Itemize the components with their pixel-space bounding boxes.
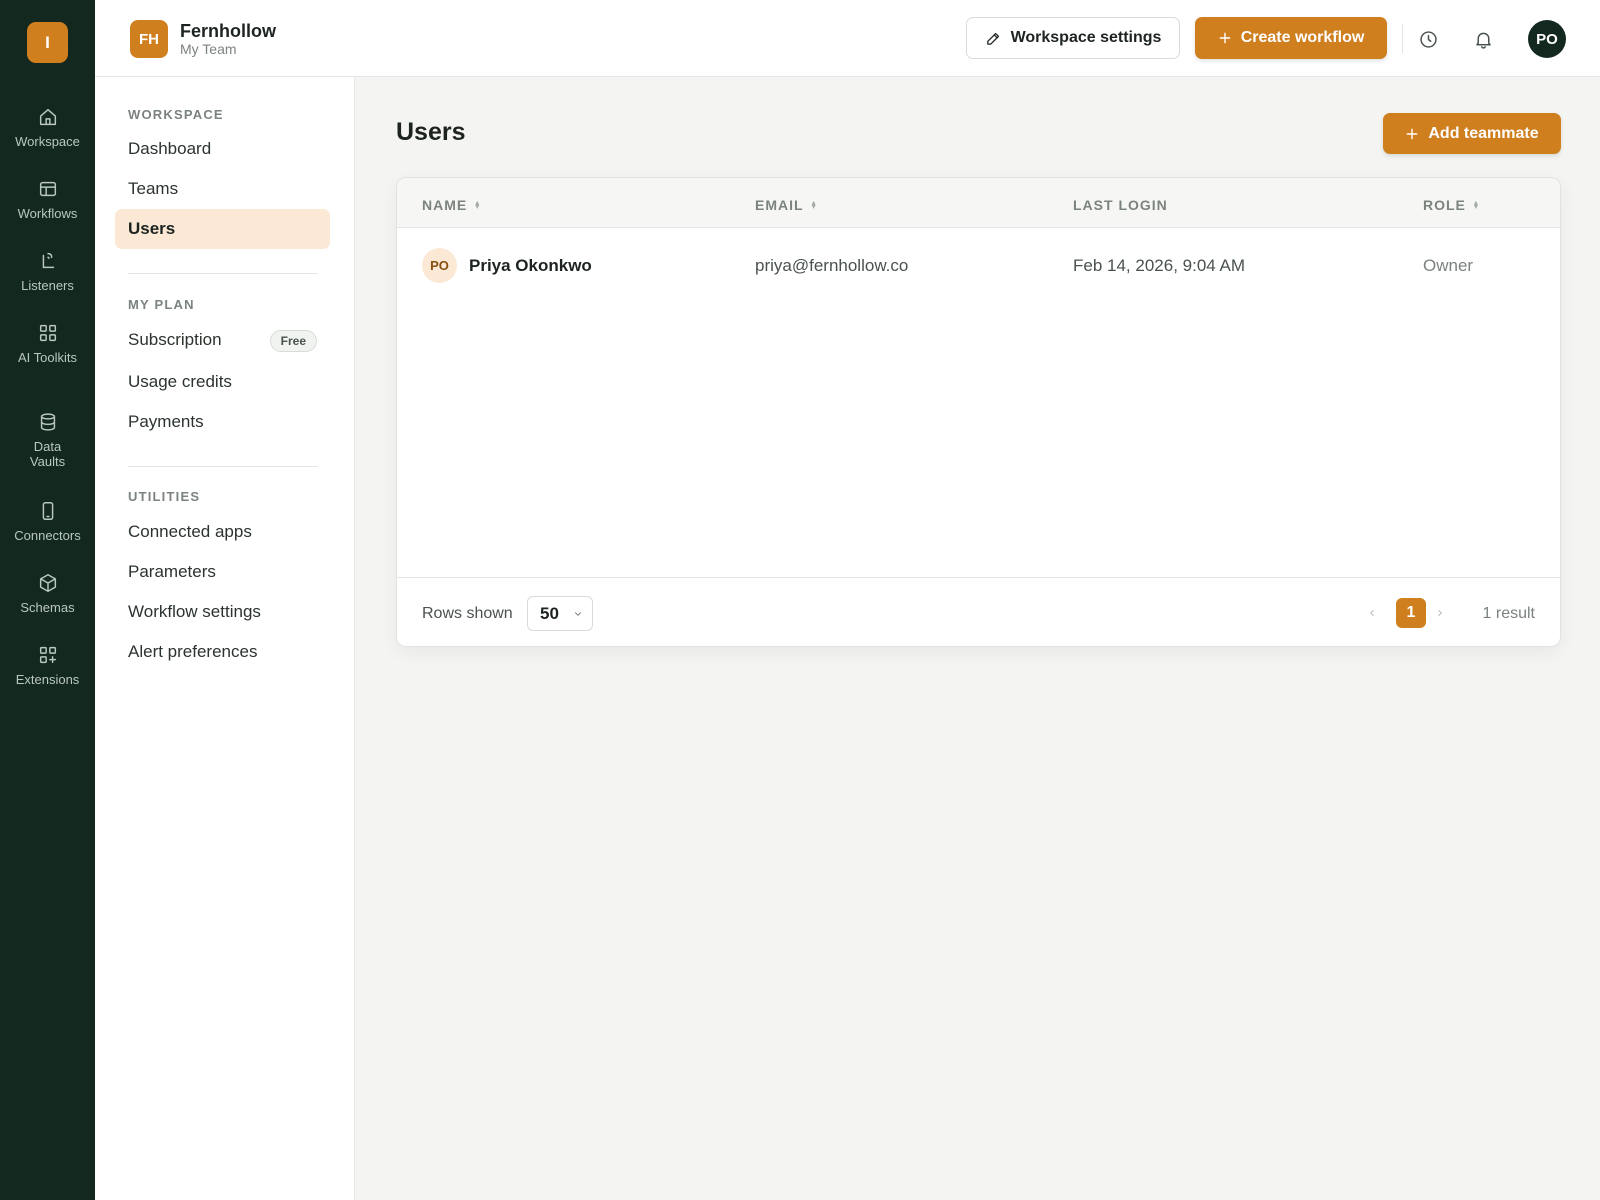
nav-item-alert-preferences[interactable]: Alert preferences bbox=[115, 632, 330, 672]
workspace-settings-button[interactable]: Workspace settings bbox=[966, 17, 1180, 59]
column-header-email[interactable]: EMAIL ▴ ▾ bbox=[755, 197, 817, 213]
rail-item-label: Listeners bbox=[21, 278, 74, 293]
rail-item-label: Data Vaults bbox=[29, 439, 66, 469]
rail-item-label: Extensions bbox=[15, 672, 80, 687]
nav-item-parameters[interactable]: Parameters bbox=[115, 552, 330, 592]
app-logo[interactable]: I bbox=[27, 22, 68, 63]
column-header-role[interactable]: ROLE ▴ ▾ bbox=[1423, 197, 1479, 213]
database-icon bbox=[40, 413, 55, 431]
cube-icon bbox=[39, 574, 56, 592]
workspace-badge[interactable]: FH bbox=[130, 20, 168, 58]
nav-divider bbox=[128, 273, 318, 274]
settings-sidebar: WORKSPACE Dashboard Teams Users MY PLAN … bbox=[95, 77, 355, 1200]
clock-icon bbox=[1419, 30, 1437, 48]
rail-item-workspace[interactable]: Workspace bbox=[0, 106, 95, 149]
page-number-current[interactable]: 1 bbox=[1396, 598, 1426, 628]
rows-shown-label: Rows shown bbox=[422, 605, 513, 622]
section-title-utilities: UTILITIES bbox=[128, 489, 201, 504]
create-workflow-button[interactable]: Create workflow bbox=[1195, 17, 1387, 59]
create-workflow-label: Create workflow bbox=[1240, 29, 1365, 46]
nav-item-teams[interactable]: Teams bbox=[115, 169, 330, 209]
toolbar-divider bbox=[1402, 24, 1403, 53]
section-title-workspace: WORKSPACE bbox=[128, 107, 224, 122]
sort-icon: ▴ ▾ bbox=[475, 198, 481, 211]
bell-icon bbox=[1475, 32, 1491, 49]
rail-item-label: Schemas bbox=[20, 600, 75, 615]
rows-per-page-select[interactable]: 50 bbox=[527, 596, 593, 631]
column-label: EMAIL bbox=[755, 197, 804, 213]
rail-item-schemas[interactable]: Schemas bbox=[0, 572, 95, 615]
team-name: My Team bbox=[180, 41, 237, 57]
table-header: NAME ▴ ▾ EMAIL ▴ ▾ LAST LOGIN ROLE ▴ ▾ bbox=[397, 178, 1560, 228]
page-title: Users bbox=[396, 118, 466, 146]
grid-icon bbox=[39, 324, 56, 342]
user-email: priya@fernhollow.co bbox=[755, 256, 909, 275]
add-teammate-button[interactable]: Add teammate bbox=[1383, 113, 1561, 154]
rail-item-listeners[interactable]: Listeners bbox=[0, 250, 95, 293]
phone-icon bbox=[42, 502, 53, 520]
rail-item-workflows[interactable]: Workflows bbox=[0, 178, 95, 221]
grid-plus-icon bbox=[39, 646, 56, 664]
nav-item-connected-apps[interactable]: Connected apps bbox=[115, 512, 330, 552]
app-rail: I Workspace Workflows Listeners AI Toolk… bbox=[0, 0, 95, 1200]
users-table: NAME ▴ ▾ EMAIL ▴ ▾ LAST LOGIN ROLE ▴ ▾ PO P… bbox=[396, 177, 1561, 647]
user-avatar[interactable]: PO bbox=[1528, 20, 1566, 58]
nav-item-subscription[interactable]: Subscription Free bbox=[115, 320, 330, 360]
column-header-name[interactable]: NAME ▴ ▾ bbox=[422, 197, 480, 213]
rail-item-ai-toolkits[interactable]: AI Toolkits bbox=[0, 322, 95, 365]
chevron-down-icon bbox=[574, 611, 581, 616]
column-label: LAST LOGIN bbox=[1073, 197, 1168, 213]
chevron-left-icon bbox=[1370, 610, 1374, 616]
sort-icon: ▴ ▾ bbox=[1473, 198, 1479, 211]
user-role: Owner bbox=[1423, 256, 1474, 275]
workspace-settings-label: Workspace settings bbox=[1010, 29, 1162, 46]
history-button[interactable] bbox=[1413, 24, 1443, 54]
user-avatar: PO bbox=[422, 248, 457, 283]
column-label: NAME bbox=[422, 197, 468, 213]
nav-item-usage-credits[interactable]: Usage credits bbox=[115, 362, 330, 402]
column-label: ROLE bbox=[1423, 197, 1466, 213]
add-teammate-label: Add teammate bbox=[1428, 124, 1539, 142]
plus-icon bbox=[1219, 32, 1231, 44]
user-name: Priya Okonkwo bbox=[469, 256, 592, 275]
pencil-icon bbox=[986, 32, 999, 45]
column-header-last-login: LAST LOGIN bbox=[1073, 197, 1168, 213]
table-row[interactable]: PO Priya Okonkwo priya@fernhollow.co Feb… bbox=[397, 228, 1560, 302]
section-title-plan: MY PLAN bbox=[128, 297, 195, 312]
listener-icon bbox=[42, 252, 54, 269]
rail-item-label: Connectors bbox=[14, 528, 81, 543]
nav-divider bbox=[128, 466, 318, 467]
top-bar: FH Fernhollow My Team Workspace settings… bbox=[95, 0, 1600, 77]
rail-item-label: AI Toolkits bbox=[17, 350, 77, 365]
table-footer: Rows shown 50 1 1 result bbox=[397, 577, 1560, 646]
rail-item-data-vaults[interactable]: Data Vaults bbox=[0, 411, 95, 469]
rail-item-connectors[interactable]: Connectors bbox=[0, 500, 95, 543]
user-last-login: Feb 14, 2026, 9:04 AM bbox=[1073, 256, 1246, 275]
rail-item-label: Workspace bbox=[15, 134, 80, 149]
nav-item-payments[interactable]: Payments bbox=[115, 402, 330, 442]
next-page-button[interactable] bbox=[1431, 603, 1449, 623]
nav-item-dashboard[interactable]: Dashboard bbox=[115, 129, 330, 169]
chevron-right-icon bbox=[1438, 610, 1442, 616]
nav-item-users[interactable]: Users bbox=[115, 209, 330, 249]
plan-badge: Free bbox=[269, 330, 317, 352]
rail-item-extensions[interactable]: Extensions bbox=[0, 644, 95, 687]
notifications-button[interactable] bbox=[1468, 24, 1498, 54]
sort-icon: ▴ ▾ bbox=[811, 198, 817, 211]
nav-item-workflow-settings[interactable]: Workflow settings bbox=[115, 592, 330, 632]
rows-per-page-value: 50 bbox=[540, 603, 559, 623]
workspace-name[interactable]: Fernhollow bbox=[180, 21, 276, 42]
nav-item-label: Subscription bbox=[128, 330, 222, 349]
rail-item-label: Workflows bbox=[17, 206, 78, 221]
result-count: 1 result bbox=[1482, 605, 1535, 622]
layout-icon bbox=[39, 181, 56, 197]
previous-page-button[interactable] bbox=[1363, 603, 1381, 623]
plus-icon bbox=[1407, 128, 1418, 139]
home-icon bbox=[39, 108, 56, 126]
